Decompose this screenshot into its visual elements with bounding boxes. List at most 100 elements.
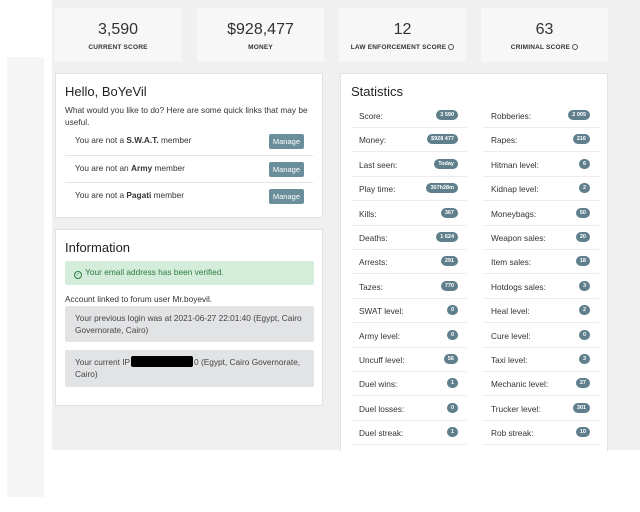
membership-text: member xyxy=(151,190,185,200)
quick-links-intro: What would you like to do? Here are some… xyxy=(65,105,308,127)
stat-row: Weapon sales: 20 xyxy=(483,226,599,250)
stat-card-criminal-score: 63 CRIMINAL SCORE xyxy=(481,8,608,62)
stat-card-law-enforcement-score: 12 LAW ENFORCEMENT SCORE xyxy=(339,8,466,62)
stat-value-badge: 50 xyxy=(575,207,590,218)
stat-label: Rapes: xyxy=(491,135,518,146)
stat-row: Hotdogs sales: 3 xyxy=(483,275,599,299)
stat-value-badge: 2 005 xyxy=(568,110,590,120)
current-ip-prefix: Your current IP xyxy=(75,357,131,367)
manage-pagati-button[interactable]: Manage xyxy=(268,189,304,204)
stat-label: Heal level: xyxy=(491,306,530,317)
current-score-label: CURRENT SCORE xyxy=(88,44,148,51)
stat-card-current-score: 3,590 CURRENT SCORE xyxy=(54,8,182,62)
manage-swat-button[interactable]: Manage xyxy=(268,134,304,149)
stat-row: Duel losses: 0 xyxy=(351,397,467,421)
membership-text: member xyxy=(158,135,192,145)
membership-row-swat: You are not a S.W.A.T. member Manage xyxy=(65,128,313,155)
stat-value-badge: 0 xyxy=(446,305,458,316)
stat-label: Mechanic level: xyxy=(491,379,549,390)
money-label: MONEY xyxy=(248,44,273,51)
stat-value-badge: 10 xyxy=(575,427,590,438)
stat-value-badge: 3 590 xyxy=(436,110,458,120)
current-score-value: 3,590 xyxy=(97,21,139,38)
stat-label: Moneybags: xyxy=(491,208,537,219)
stat-label: Uncuff level: xyxy=(359,355,405,365)
current-ip-box: Your current IP 0 (Egypt, Cairo Governora… xyxy=(65,350,314,387)
stat-label: Cure level: xyxy=(491,330,531,341)
previous-login-box: Your previous login was at 2021-06-27 22… xyxy=(65,306,314,342)
stat-row: Taxi level: 3 xyxy=(483,348,599,372)
group-name: Army xyxy=(130,163,153,173)
stat-value-badge: 1 xyxy=(446,427,458,438)
stat-row: Uncuff level: 56 xyxy=(351,348,467,372)
membership-text: member xyxy=(152,163,185,173)
stat-value-badge: 2 xyxy=(578,305,590,316)
stat-row: Mechanic level: 27 xyxy=(483,372,599,397)
stat-row: Money: $928 477 xyxy=(351,128,467,153)
stat-row: Tazes: 770 xyxy=(351,275,467,299)
email-verified-text: Your email address has been verified. xyxy=(85,267,224,277)
stat-row: Score: 3 590 xyxy=(351,104,467,128)
stat-row: Cure level: 0 xyxy=(483,324,599,348)
stat-row: Duel streak: 1 xyxy=(351,421,467,446)
group-name: S.W.A.T. xyxy=(126,135,159,145)
criminal-score-value: 63 xyxy=(535,21,554,38)
info-icon[interactable] xyxy=(448,44,455,51)
stat-card-money: $928,477 MONEY xyxy=(197,8,324,62)
stat-label: Duel losses: xyxy=(359,403,405,414)
stat-value-badge: 0 xyxy=(578,329,590,340)
stat-row: Item sales: 18 xyxy=(483,250,599,275)
stat-row: SWAT level: 0 xyxy=(351,299,467,324)
stat-value-badge: 367 xyxy=(440,207,458,218)
forum-link-text: Account linked to forum user Mr.boyevil. xyxy=(65,294,213,304)
previous-login-text: Your previous login was at 2021-06-27 22… xyxy=(75,313,302,335)
stat-label: Item sales: xyxy=(491,257,532,268)
stat-value-badge: $928 477 xyxy=(427,134,458,145)
hello-title: Hello, BoYeVil xyxy=(65,84,147,99)
stat-label: SWAT level: xyxy=(359,306,404,317)
stat-value-badge: 27 xyxy=(575,378,590,389)
statistics-panel: Statistics Score: 3 590 Money: $928 477 Last… xyxy=(340,73,608,451)
stat-label: Last seen: xyxy=(359,159,398,170)
info-icon[interactable] xyxy=(572,44,579,51)
stat-value-badge: 0 xyxy=(446,329,458,340)
manage-army-button[interactable]: Manage xyxy=(268,162,304,177)
stat-value-badge: 0 xyxy=(446,402,458,413)
membership-text: You are not a xyxy=(75,190,127,200)
stat-row: Heal level: 2 xyxy=(483,299,599,324)
stat-label: Trucker level: xyxy=(491,403,541,414)
stat-row: Moneybags: 50 xyxy=(483,202,599,226)
membership-text: You are not an xyxy=(75,163,131,173)
criminal-score-label: CRIMINAL SCORE xyxy=(510,44,571,51)
information-panel: Information ✓ Your email address has bee… xyxy=(55,229,323,406)
stat-value-badge: 20 xyxy=(575,232,590,242)
information-title: Information xyxy=(65,240,131,255)
group-name: Pagati xyxy=(126,190,152,200)
stat-row: Rapes: 216 xyxy=(483,128,599,153)
stat-value-badge: 216 xyxy=(572,134,590,145)
stat-label: Arrests: xyxy=(359,257,388,268)
stat-label: Army level: xyxy=(359,330,401,341)
stat-row: Duel wins: 1 xyxy=(351,372,467,397)
stat-value-badge: 56 xyxy=(443,354,458,364)
stat-label: Hitman level: xyxy=(491,159,539,170)
stat-row: Hitman level: 6 xyxy=(483,153,599,177)
stat-row: Last seen: Today xyxy=(351,153,467,177)
stat-row: Rob streak: 10 xyxy=(483,421,599,446)
stat-value-badge: 291 xyxy=(440,256,458,267)
stat-label: Hotdogs sales: xyxy=(491,281,546,292)
stat-row: Robberies: 2 005 xyxy=(483,104,599,128)
money-value: $928,477 xyxy=(227,21,294,38)
stat-value-badge: 1 xyxy=(446,378,458,389)
statistics-title: Statistics xyxy=(351,84,404,99)
stat-value-badge: 1 624 xyxy=(436,232,458,242)
stat-value-badge: 3 xyxy=(578,280,590,291)
stat-label: Deaths: xyxy=(359,233,388,243)
stat-label: Kidnap level: xyxy=(491,184,539,195)
email-verified-alert: ✓ Your email address has been verified. xyxy=(65,261,314,285)
stat-label: Tazes: xyxy=(359,281,383,292)
redaction-mark xyxy=(131,356,194,367)
stat-label: Duel streak: xyxy=(359,428,404,439)
stat-label: Money: xyxy=(359,135,387,146)
stat-value-badge: 3 xyxy=(578,354,590,364)
